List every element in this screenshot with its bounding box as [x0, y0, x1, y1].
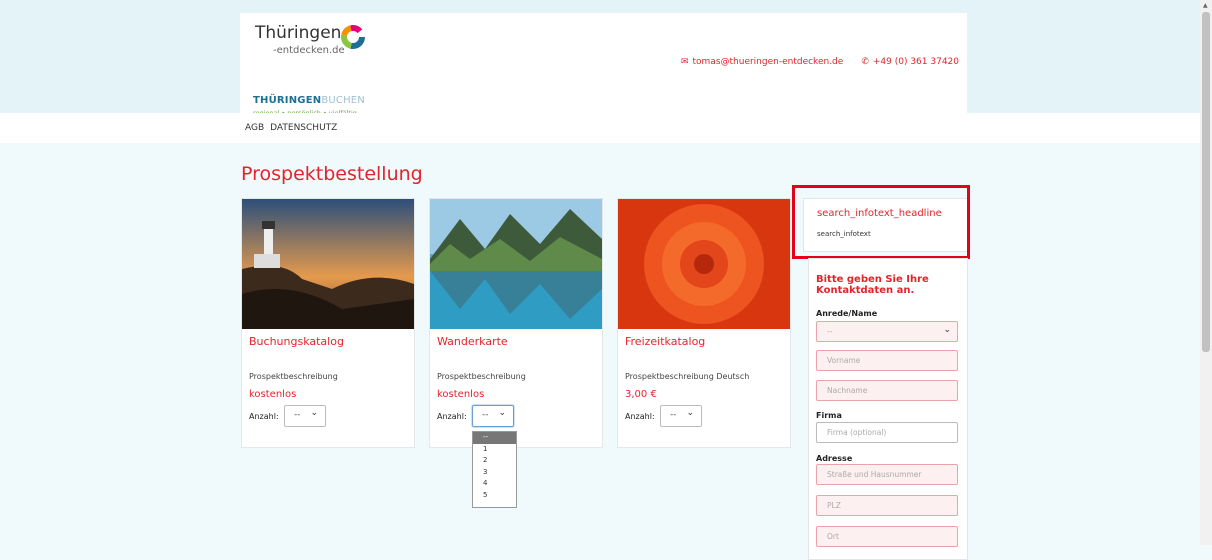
chevron-down-icon: ⌄ [498, 408, 506, 418]
quantity-value: -- [294, 410, 301, 420]
product-image-lighthouse[interactable] [242, 199, 414, 329]
card-description: Prospektbeschreibung [249, 372, 338, 381]
vorname-placeholder: Vorname [827, 356, 861, 365]
quantity-value: -- [482, 410, 489, 420]
highlight-frame [792, 185, 970, 259]
product-card: Wanderkarte Prospektbeschreibung kostenl… [429, 198, 603, 448]
dropdown-option[interactable]: 1 [473, 444, 516, 456]
product-card: Buchungskatalog Prospektbeschreibung kos… [241, 198, 415, 448]
card-description: Prospektbeschreibung Deutsch [625, 372, 750, 381]
quantity-dropdown-list: -- 1 2 3 4 5 [472, 431, 517, 508]
quantity-value: -- [670, 410, 677, 420]
anrede-select[interactable]: -- ⌄ [816, 321, 958, 342]
firma-placeholder: Firma (optional) [827, 428, 887, 437]
quantity-label: Anzahl: [249, 412, 279, 421]
card-title[interactable]: Buchungskatalog [249, 335, 344, 348]
brand-light: BUCHEN [321, 95, 365, 106]
contact-info: ✉ tomas@thueringen-entdecken.de ✆ +49 (0) … [681, 57, 959, 67]
scroll-up-icon[interactable]: ▲ [1203, 2, 1208, 9]
anrede-label: Anrede/Name [816, 309, 878, 318]
quantity-select[interactable]: -- ⌄ [472, 405, 514, 427]
anrede-value: -- [827, 327, 833, 336]
dropdown-option[interactable]: 2 [473, 455, 516, 467]
dropdown-option[interactable]: 4 [473, 478, 516, 490]
phone-icon: ✆ [861, 57, 869, 67]
dropdown-option[interactable]: -- [473, 432, 516, 444]
vorname-field[interactable]: Vorname [816, 350, 958, 371]
card-price: kostenlos [437, 389, 485, 400]
logo-subtext: -entdecken.de [273, 45, 345, 56]
card-price: kostenlos [249, 389, 297, 400]
phone-text: +49 (0) 361 37420 [872, 57, 959, 67]
email-text: tomas@thueringen-entdecken.de [692, 57, 844, 67]
phone-link[interactable]: ✆ +49 (0) 361 37420 [861, 57, 959, 67]
adresse-label: Adresse [816, 454, 853, 463]
logo-ring-icon [341, 25, 365, 49]
quantity-label: Anzahl: [625, 412, 655, 421]
strasse-placeholder: Straße und Hausnummer [827, 470, 922, 479]
nav-bar: AGB DATENSCHUTZ [0, 113, 1200, 143]
card-price: 3,00 € [625, 389, 657, 400]
card-title[interactable]: Wanderkarte [437, 335, 508, 348]
card-title[interactable]: Freizeitkatalog [625, 335, 705, 348]
email-link[interactable]: ✉ tomas@thueringen-entdecken.de [681, 57, 843, 67]
plz-placeholder: PLZ [827, 501, 841, 510]
form-heading: Bitte geben Sie Ihre Kontaktdaten an. [816, 274, 929, 296]
strasse-field[interactable]: Straße und Hausnummer [816, 464, 958, 485]
brand-bold: THÜRINGEN [253, 95, 322, 106]
logo-text[interactable]: Thüringen [255, 23, 341, 43]
page-title: Prospektbestellung [241, 163, 423, 185]
ort-field[interactable]: Ort [816, 526, 958, 547]
contact-form: Bitte geben Sie Ihre Kontaktdaten an. An… [808, 258, 968, 560]
firma-field[interactable]: Firma (optional) [816, 422, 958, 443]
product-image-flower[interactable] [618, 199, 790, 329]
envelope-icon: ✉ [680, 57, 689, 67]
product-image-lake[interactable] [430, 199, 602, 329]
plz-field[interactable]: PLZ [816, 495, 958, 516]
firma-label: Firma [816, 411, 842, 420]
product-card: Freizeitkatalog Prospektbeschreibung Deu… [617, 198, 791, 448]
scrollbar-thumb[interactable] [1202, 12, 1210, 352]
chevron-down-icon: ⌄ [686, 408, 694, 418]
brand-logo: THÜRINGENBUCHEN [253, 95, 365, 106]
dropdown-option[interactable]: 3 [473, 467, 516, 479]
quantity-select[interactable]: -- ⌄ [284, 405, 326, 427]
nachname-field[interactable]: Nachname [816, 380, 958, 401]
chevron-down-icon: ⌄ [943, 325, 951, 335]
card-description: Prospektbeschreibung [437, 372, 526, 381]
nachname-placeholder: Nachname [827, 386, 868, 395]
nav-link-datenschutz[interactable]: DATENSCHUTZ [270, 123, 337, 133]
quantity-select[interactable]: -- ⌄ [660, 405, 702, 427]
dropdown-option[interactable]: 5 [473, 490, 516, 502]
site-header: Thüringen -entdecken.de THÜRINGENBUCHEN … [240, 13, 967, 117]
ort-placeholder: Ort [827, 532, 839, 541]
quantity-label: Anzahl: [437, 412, 467, 421]
chevron-down-icon: ⌄ [310, 408, 318, 418]
nav-link-agb[interactable]: AGB [245, 123, 264, 133]
